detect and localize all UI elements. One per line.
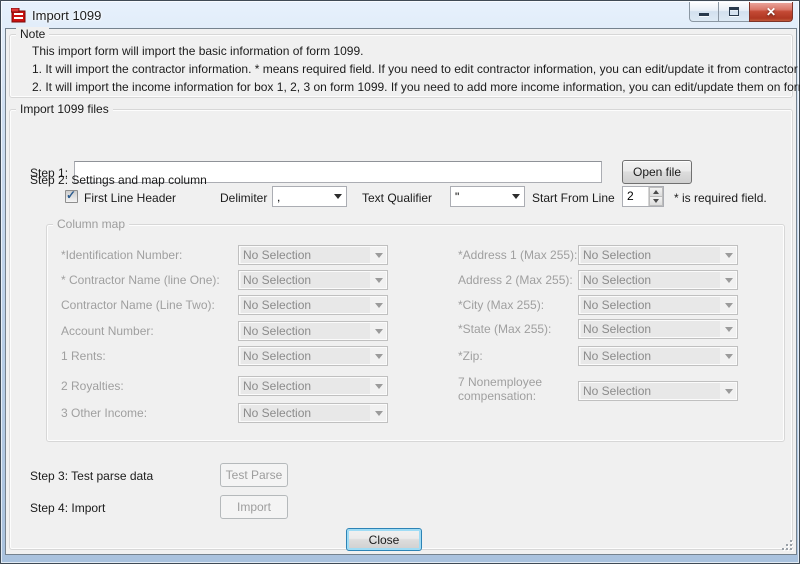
chevron-down-icon bbox=[720, 271, 737, 289]
spinner-down-button[interactable] bbox=[649, 197, 663, 206]
field-label: Contractor Name (Line Two): bbox=[61, 298, 215, 312]
rents-select[interactable]: No Selection bbox=[238, 346, 388, 366]
resize-grip[interactable] bbox=[781, 539, 793, 551]
import-1099-window: Import 1099 ✕ Note This import form will… bbox=[0, 0, 800, 564]
step2-label: Step 2: Settings and map column bbox=[30, 173, 207, 188]
field-label: *City (Max 255): bbox=[458, 298, 544, 312]
open-file-button-label: Open file bbox=[633, 165, 681, 179]
maximize-button[interactable] bbox=[719, 2, 749, 22]
chevron-down-icon bbox=[370, 246, 387, 264]
first-line-header-label: First Line Header bbox=[84, 191, 176, 206]
close-button[interactable]: Close bbox=[346, 528, 422, 551]
contractor-name-two-select[interactable]: No Selection bbox=[238, 295, 388, 315]
text-qualifier-value: " bbox=[451, 190, 507, 204]
import-files-group: Import 1099 files Step 1: Open file Step… bbox=[9, 109, 793, 550]
column-map-legend: Column map bbox=[53, 217, 129, 231]
required-field-note: * is required field. bbox=[674, 191, 767, 206]
chevron-down-icon bbox=[720, 382, 737, 400]
chevron-down-icon bbox=[653, 199, 659, 203]
field-label: *Identification Number: bbox=[61, 248, 182, 262]
field-label: Address 2 (Max 255): bbox=[458, 273, 573, 287]
window-title: Import 1099 bbox=[32, 8, 101, 23]
note-line-2: 1. It will import the contractor informa… bbox=[32, 62, 800, 77]
field-label: 1 Rents: bbox=[61, 349, 106, 363]
field-label: 7 Nonemployee compensation: bbox=[458, 375, 576, 403]
field-label: 2 Royalties: bbox=[61, 379, 124, 393]
open-file-button[interactable]: Open file bbox=[622, 160, 692, 184]
field-label: Account Number: bbox=[61, 324, 154, 338]
column-map-group: Column map *Identification Number: No Se… bbox=[46, 224, 785, 442]
import-button[interactable]: Import bbox=[220, 495, 288, 519]
royalties-select[interactable]: No Selection bbox=[238, 376, 388, 396]
step3-label: Step 3: Test parse data bbox=[30, 469, 153, 484]
note-group-legend: Note bbox=[16, 27, 49, 41]
close-button-label: Close bbox=[369, 533, 400, 547]
note-line-1: This import form will import the basic i… bbox=[32, 44, 363, 59]
chevron-down-icon bbox=[720, 320, 737, 338]
text-qualifier-select[interactable]: " bbox=[450, 186, 525, 207]
chevron-down-icon bbox=[370, 347, 387, 365]
first-line-header-checkbox[interactable]: ✓ bbox=[65, 190, 78, 203]
minimize-button[interactable] bbox=[689, 2, 719, 22]
field-label: 3 Other Income: bbox=[61, 406, 147, 420]
close-icon: ✕ bbox=[766, 6, 776, 18]
city-select[interactable]: No Selection bbox=[578, 295, 738, 315]
spinner-up-button[interactable] bbox=[649, 187, 663, 197]
minimize-icon bbox=[699, 13, 709, 16]
identification-number-select[interactable]: No Selection bbox=[238, 245, 388, 265]
start-from-line-value: 2 bbox=[623, 187, 648, 206]
chevron-down-icon bbox=[370, 322, 387, 340]
start-from-line-stepper[interactable]: 2 bbox=[622, 186, 664, 207]
start-from-line-label: Start From Line bbox=[532, 191, 615, 206]
import-button-label: Import bbox=[237, 500, 271, 514]
nonemployee-compensation-select[interactable]: No Selection bbox=[578, 381, 738, 401]
delimiter-label: Delimiter bbox=[220, 191, 267, 206]
note-line-3: 2. It will import the income information… bbox=[32, 80, 800, 95]
app-icon bbox=[11, 8, 27, 23]
field-label: * Contractor Name (line One): bbox=[61, 273, 220, 287]
field-label: *State (Max 255): bbox=[458, 322, 551, 336]
note-group: Note This import form will import the ba… bbox=[9, 34, 793, 98]
chevron-down-icon bbox=[720, 246, 737, 264]
contractor-name-one-select[interactable]: No Selection bbox=[238, 270, 388, 290]
address2-select[interactable]: No Selection bbox=[578, 270, 738, 290]
chevron-down-icon bbox=[370, 377, 387, 395]
test-parse-button[interactable]: Test Parse bbox=[220, 463, 288, 487]
chevron-up-icon bbox=[653, 190, 659, 194]
chevron-down-icon bbox=[370, 271, 387, 289]
delimiter-select[interactable]: , bbox=[272, 186, 347, 207]
test-parse-button-label: Test Parse bbox=[226, 468, 283, 482]
checkmark-icon: ✓ bbox=[66, 188, 76, 202]
maximize-icon bbox=[729, 7, 739, 16]
chevron-down-icon bbox=[370, 404, 387, 422]
chevron-down-icon bbox=[720, 296, 737, 314]
field-label: *Zip: bbox=[458, 349, 483, 363]
address1-select[interactable]: No Selection bbox=[578, 245, 738, 265]
chevron-down-icon[interactable] bbox=[329, 187, 346, 206]
delimiter-value: , bbox=[273, 190, 329, 204]
dialog-client-area: Note This import form will import the ba… bbox=[6, 29, 796, 554]
title-bar[interactable]: Import 1099 ✕ bbox=[1, 1, 799, 29]
chevron-down-icon[interactable] bbox=[507, 187, 524, 206]
other-income-select[interactable]: No Selection bbox=[238, 403, 388, 423]
state-select[interactable]: No Selection bbox=[578, 319, 738, 339]
chevron-down-icon bbox=[370, 296, 387, 314]
text-qualifier-label: Text Qualifier bbox=[362, 191, 432, 206]
chevron-down-icon bbox=[720, 347, 737, 365]
close-window-button[interactable]: ✕ bbox=[749, 2, 793, 22]
step4-label: Step 4: Import bbox=[30, 501, 105, 516]
zip-select[interactable]: No Selection bbox=[578, 346, 738, 366]
account-number-select[interactable]: No Selection bbox=[238, 321, 388, 341]
import-files-group-legend: Import 1099 files bbox=[16, 102, 113, 116]
field-label: *Address 1 (Max 255): bbox=[458, 248, 577, 262]
